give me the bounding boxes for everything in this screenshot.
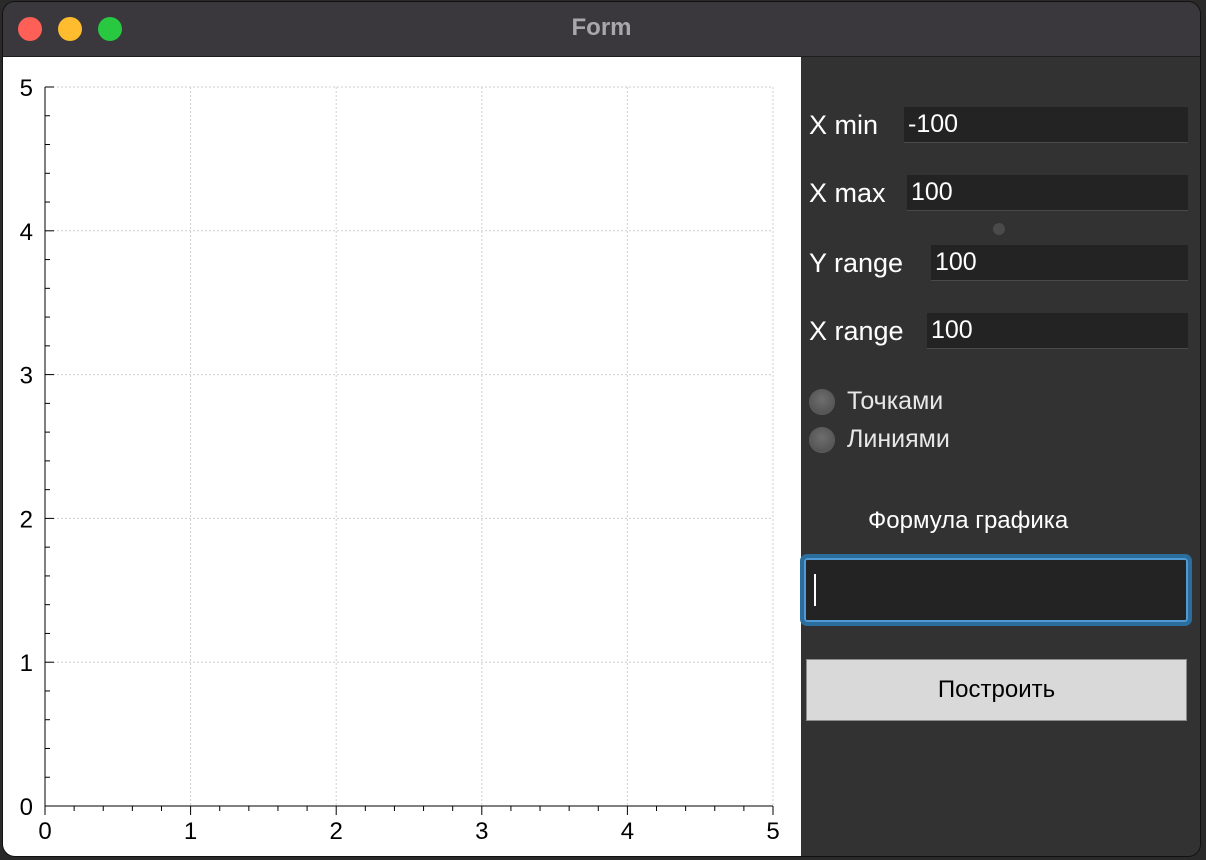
text-caret xyxy=(814,574,816,606)
formula-label: Формула графика xyxy=(868,507,1069,534)
formula-input-frame[interactable] xyxy=(800,554,1192,626)
build-button[interactable]: Построить xyxy=(806,659,1187,721)
resize-handle[interactable] xyxy=(993,223,1005,235)
radio-lines-indicator[interactable] xyxy=(809,426,835,453)
plot-area: 0 1 2 3 4 5 0 1 2 3 4 5 xyxy=(3,57,801,856)
y-tick-label: 2 xyxy=(20,506,33,533)
radio-points[interactable]: Точками xyxy=(809,387,943,416)
y-tick-label: 4 xyxy=(20,219,33,246)
window-title: Form xyxy=(571,14,632,41)
xrange-label: X range xyxy=(809,316,904,346)
title-bar: Form xyxy=(3,2,1200,57)
radio-lines[interactable]: Линиями xyxy=(809,425,950,454)
radio-points-label: Точками xyxy=(847,387,944,415)
graph-plot: 0 1 2 3 4 5 0 1 2 3 4 5 xyxy=(20,75,780,845)
xmin-label: X min xyxy=(809,110,879,140)
radio-lines-label: Линиями xyxy=(847,425,950,453)
y-tick-label: 1 xyxy=(20,650,33,677)
xmax-label: X max xyxy=(809,178,886,208)
formula-input[interactable] xyxy=(810,564,1186,618)
xmax-input[interactable] xyxy=(907,175,1188,211)
x-tick-label: 3 xyxy=(475,818,488,845)
x-tick-label: 4 xyxy=(621,818,634,845)
x-tick-label: 0 xyxy=(38,818,51,845)
y-tick-label: 0 xyxy=(20,794,33,821)
x-tick-label: 5 xyxy=(766,818,779,845)
app-window: Form 0 1 2 3 4 5 0 1 2 3 4 5 X min X max Y range X … xyxy=(3,2,1200,856)
yrange-input[interactable] xyxy=(931,245,1188,281)
radio-points-indicator[interactable] xyxy=(809,388,835,415)
xrange-input[interactable] xyxy=(927,313,1188,349)
x-tick-label: 1 xyxy=(184,818,197,845)
yrange-label: Y range xyxy=(809,248,904,278)
control-panel: X min X max Y range X range Точками Лини… xyxy=(800,57,1200,856)
x-tick-label: 2 xyxy=(330,818,343,845)
y-tick-label: 3 xyxy=(20,363,33,390)
y-tick-label: 5 xyxy=(20,75,33,102)
xmin-input[interactable] xyxy=(904,107,1188,143)
